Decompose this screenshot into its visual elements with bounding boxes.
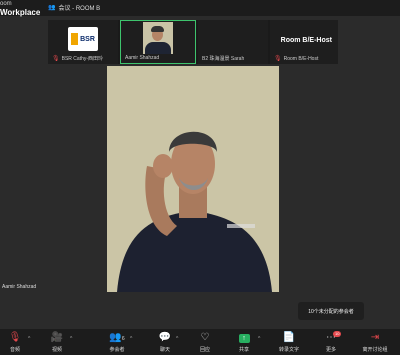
bsr-logo-mark — [71, 33, 79, 45]
share-icon: ↑ — [229, 332, 259, 344]
meeting-title-text: 会议 - ROOM B — [58, 6, 101, 12]
reaction-button[interactable]: ♡ 回应 — [190, 332, 220, 353]
participants-label: 参会者 — [109, 347, 125, 353]
meeting-title: 👥 会议 - ROOM B — [48, 3, 100, 12]
meeting-toolbar: 🎙 音频 ^ 🎥 视频 ^ 👥6 参会者 ^ 💬 聊天 ^ ♡ 回应 ↑ 共享 … — [0, 329, 400, 355]
main-video[interactable] — [107, 66, 279, 292]
audio-button[interactable]: 🎙 音频 — [0, 332, 30, 353]
share-options-caret[interactable]: ^ — [258, 336, 260, 342]
title-bar: oom Workplace 👥 会议 - ROOM B — [0, 0, 400, 17]
speaker-video-frame — [107, 66, 279, 292]
mic-off-icon: 🎙 — [274, 56, 282, 62]
speaker-name-label: Aamir Shahzad — [2, 284, 37, 290]
participant-strip: BSR 🎙 BSR Cathy-西田玲 Aamir Shahzad B2 珠海温… — [48, 20, 338, 64]
group-icon: 👥 — [48, 5, 56, 11]
participants-count: 6 — [121, 336, 125, 342]
video-label: 视频 — [51, 347, 62, 353]
share-label: 共享 — [238, 347, 249, 353]
audio-options-caret[interactable]: ^ — [28, 336, 30, 342]
leave-button[interactable]: ⇥ 离开讨论组 — [360, 332, 390, 353]
video-button[interactable]: 🎥 视频 — [42, 332, 72, 353]
transcript-label: 转录文字 — [278, 347, 299, 353]
participant-name-4: 🎙 Room B/E-Host — [274, 55, 319, 63]
participants-button[interactable]: 👥6 参会者 — [102, 332, 132, 353]
more-label: 更多 — [325, 347, 336, 353]
video-options-caret[interactable]: ^ — [70, 336, 72, 342]
participant-name-2: Aamir Shahzad — [125, 55, 159, 61]
participants-options-caret[interactable]: ^ — [130, 336, 132, 342]
brand-line2: Workplace — [0, 8, 41, 17]
reaction-icon: ♡ — [200, 332, 210, 343]
mic-off-icon: 🎙 — [8, 332, 22, 343]
reaction-label: 回应 — [199, 347, 210, 353]
leave-icon: ⇥ — [370, 332, 380, 343]
video-off-icon: 🎥 — [50, 332, 64, 343]
participant-tile-bsr[interactable]: BSR 🎙 BSR Cathy-西田玲 — [48, 20, 118, 64]
participants-icon: 👥6 — [109, 332, 125, 343]
participant-name-text: Room B/E-Host — [283, 55, 319, 62]
host-big-label: Room B/E-Host — [280, 37, 332, 44]
audio-label: 音频 — [9, 347, 20, 353]
transcript-button[interactable]: 📄 转录文字 — [274, 332, 304, 353]
chat-label: 聊天 — [159, 347, 170, 353]
participant-tile-sarah[interactable]: B2 珠海温景 Sarah — [198, 20, 268, 64]
participant-name-text: Aamir Shahzad — [125, 55, 160, 61]
participant-name-text: B2 珠海温景 Sarah — [202, 56, 245, 62]
mic-off-icon: 🎙 — [52, 56, 60, 62]
share-button[interactable]: ↑ 共享 — [229, 332, 259, 353]
chat-options-caret[interactable]: ^ — [176, 336, 178, 342]
bsr-logo-text: BSR — [80, 35, 95, 43]
transcript-icon: 📄 — [282, 332, 296, 343]
participant-tile-host[interactable]: Room B/E-Host 🎙 Room B/E-Host — [270, 20, 338, 64]
thumb-hair — [151, 26, 164, 32]
more-button[interactable]: ⋯ 10 更多 — [316, 331, 346, 353]
unassigned-tooltip: 10个未分配的参会者 — [298, 302, 364, 320]
more-icon: ⋯ — [326, 332, 336, 343]
participant-name-3: B2 珠海温景 Sarah — [202, 55, 244, 62]
participant-name-text: BSR Cathy-西田玲 — [61, 56, 104, 62]
participant-tile-aamir[interactable]: Aamir Shahzad — [120, 20, 196, 64]
participant-thumbnail — [143, 22, 173, 54]
brand-line1: oom — [0, 1, 12, 7]
bsr-logo: BSR — [68, 27, 98, 51]
participant-name-1: 🎙 BSR Cathy-西田玲 — [52, 55, 103, 62]
app-brand: oom Workplace — [0, 0, 41, 17]
leave-label: 离开讨论组 — [362, 347, 388, 353]
thumb-shirt — [145, 42, 171, 54]
